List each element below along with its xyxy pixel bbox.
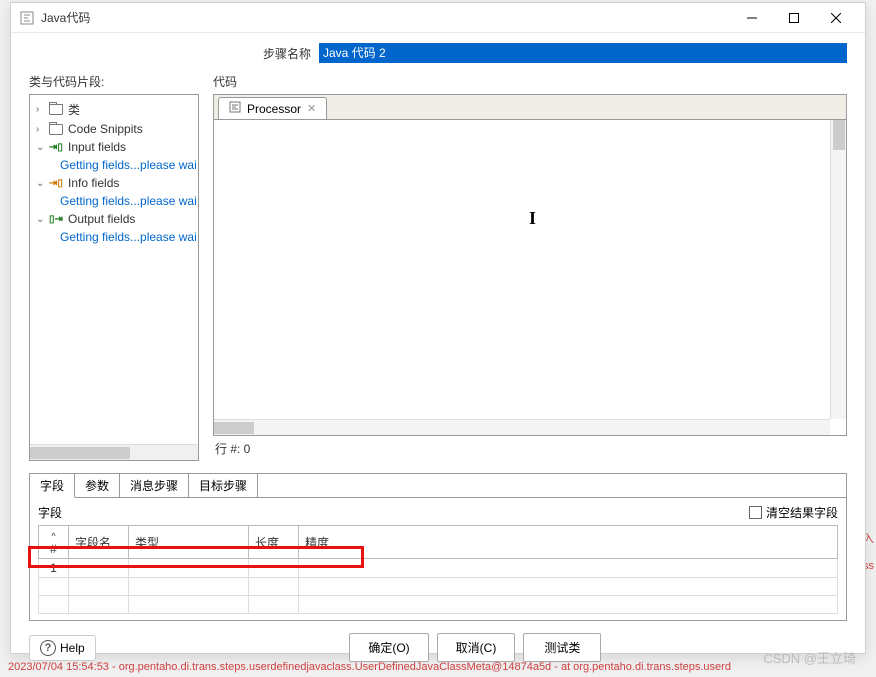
tree-label: 类与代码片段:: [29, 73, 199, 90]
close-button[interactable]: [815, 4, 857, 32]
chevron-down-icon[interactable]: ⌄: [36, 178, 48, 189]
tree-child-input[interactable]: Getting fields...please wait: [32, 156, 196, 174]
chevron-right-icon[interactable]: ›: [36, 104, 48, 115]
text-cursor-icon: I: [529, 208, 531, 224]
tree-item-input-fields[interactable]: ⌄ ⇥▯ Input fields: [32, 138, 196, 156]
close-icon[interactable]: ✕: [307, 102, 316, 115]
ok-button[interactable]: 确定(O): [349, 633, 428, 662]
code-label: 代码: [213, 73, 847, 90]
scrollbar-thumb[interactable]: [214, 422, 254, 434]
code-tab-label: Processor: [247, 102, 301, 116]
tree-item-label: Output fields: [68, 212, 135, 226]
table-row[interactable]: [39, 578, 838, 596]
step-name-input[interactable]: [319, 43, 847, 63]
tab-target-steps[interactable]: 目标步骤: [189, 474, 258, 498]
info-field-icon: ⇥▯: [48, 176, 64, 190]
tree-item-classes[interactable]: › 类: [32, 99, 196, 120]
titlebar[interactable]: Java代码: [11, 3, 865, 33]
scrollbar-thumb[interactable]: [30, 447, 130, 459]
test-button[interactable]: 测试类: [523, 633, 601, 662]
col-type[interactable]: 类型: [129, 526, 249, 559]
help-icon: ?: [40, 640, 56, 656]
cell-precision[interactable]: [299, 559, 838, 578]
minimize-button[interactable]: [731, 4, 773, 32]
col-idx[interactable]: ^#: [39, 526, 69, 559]
tree-item-label: Input fields: [68, 140, 126, 154]
tabs-filler: [258, 474, 846, 498]
right-panel: 代码 Processor ✕ I: [213, 73, 847, 461]
fields-label: 字段: [38, 504, 62, 521]
cell-name[interactable]: [69, 559, 129, 578]
tree-item-label: Info fields: [68, 176, 119, 190]
editor-h-scrollbar[interactable]: [214, 419, 830, 435]
help-label: Help: [60, 641, 85, 655]
cancel-button[interactable]: 取消(C): [437, 633, 516, 662]
cell-length[interactable]: [249, 559, 299, 578]
step-name-row: 步骤名称: [11, 33, 865, 69]
clear-fields-checkbox[interactable]: [749, 506, 762, 519]
tree-item-label: Code Snippits: [68, 122, 143, 136]
input-field-icon: ⇥▯: [48, 140, 64, 154]
scrollbar-thumb[interactable]: [833, 120, 845, 150]
tree-container: › 类 › Code Snippits ⌄ ⇥▯ Input fields: [29, 94, 199, 461]
folder-icon: [48, 122, 64, 136]
table-row[interactable]: [39, 596, 838, 614]
help-button[interactable]: ? Help: [29, 635, 96, 661]
tab-processor[interactable]: Processor ✕: [218, 97, 327, 119]
window-title: Java代码: [41, 9, 731, 26]
clear-fields-label: 清空结果字段: [766, 504, 838, 521]
tab-fields[interactable]: 字段: [30, 474, 75, 498]
tree-child-output[interactable]: Getting fields...please wait: [32, 228, 196, 246]
table-row[interactable]: 1: [39, 559, 838, 578]
tab-info-steps[interactable]: 消息步骤: [120, 474, 189, 498]
chevron-down-icon[interactable]: ⌄: [36, 142, 48, 153]
bottom-tabs: 字段 参数 消息步骤 目标步骤: [30, 474, 846, 498]
tree-item-snippets[interactable]: › Code Snippits: [32, 120, 196, 138]
main-area: 类与代码片段: › 类 › Code Snippits ⌄ ⇥: [11, 69, 865, 469]
window-controls: [731, 4, 857, 32]
clear-fields-row[interactable]: 清空结果字段: [749, 504, 838, 521]
output-field-icon: ▯⇥: [48, 212, 64, 226]
bottom-tabs-area: 字段 参数 消息步骤 目标步骤 字段 清空结果字段 ^# 字段名 类型: [29, 473, 847, 621]
cell-idx[interactable]: 1: [39, 559, 69, 578]
code-tabs: Processor ✕: [214, 95, 846, 119]
code-container: Processor ✕ I: [213, 94, 847, 436]
line-status: 行 #: 0: [213, 436, 847, 461]
fields-table[interactable]: ^# 字段名 类型 长度 精度 1: [38, 525, 838, 614]
tree[interactable]: › 类 › Code Snippits ⌄ ⇥▯ Input fields: [30, 95, 198, 425]
step-name-label: 步骤名称: [29, 45, 319, 62]
tree-item-label: 类: [68, 101, 80, 118]
col-precision[interactable]: 精度: [299, 526, 838, 559]
code-editor[interactable]: I: [214, 119, 846, 435]
folder-icon: [48, 103, 64, 117]
fields-header: 字段 清空结果字段: [38, 504, 838, 521]
left-panel: 类与代码片段: › 类 › Code Snippits ⌄ ⇥: [29, 73, 199, 461]
cell-type[interactable]: [129, 559, 249, 578]
fields-tab-content: 字段 清空结果字段 ^# 字段名 类型 长度 精度: [30, 498, 846, 620]
watermark: CSDN @王立琦: [763, 648, 856, 667]
tree-h-scrollbar[interactable]: [30, 444, 198, 460]
tree-item-output-fields[interactable]: ⌄ ▯⇥ Output fields: [32, 210, 196, 228]
chevron-down-icon[interactable]: ⌄: [36, 214, 48, 225]
col-length[interactable]: 长度: [249, 526, 299, 559]
tree-item-info-fields[interactable]: ⌄ ⇥▯ Info fields: [32, 174, 196, 192]
tree-child-info[interactable]: Getting fields...please wait: [32, 192, 196, 210]
editor-v-scrollbar[interactable]: [830, 120, 846, 419]
code-tab-icon: [229, 101, 241, 116]
chevron-right-icon[interactable]: ›: [36, 124, 48, 135]
tab-params[interactable]: 参数: [75, 474, 120, 498]
dialog-window: Java代码 步骤名称 类与代码片段: › 类: [10, 2, 866, 654]
app-icon: [19, 10, 35, 26]
col-name[interactable]: 字段名: [69, 526, 129, 559]
maximize-button[interactable]: [773, 4, 815, 32]
table-header-row: ^# 字段名 类型 长度 精度: [39, 526, 838, 559]
button-row: ? Help 确定(O) 取消(C) 测试类: [11, 625, 865, 670]
